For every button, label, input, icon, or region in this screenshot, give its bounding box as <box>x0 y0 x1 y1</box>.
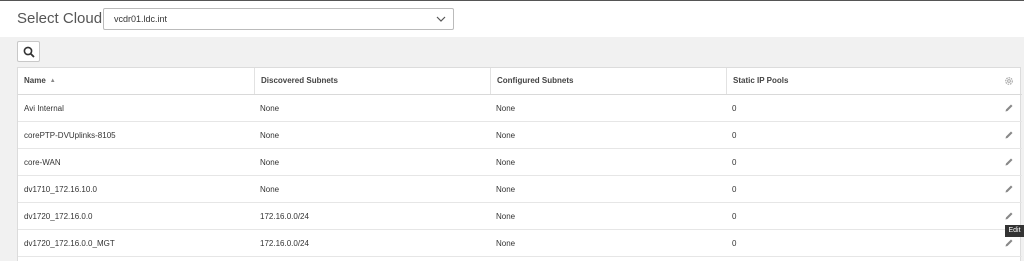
cell-configured-subnets: None <box>496 158 516 167</box>
pencil-icon[interactable] <box>1004 184 1014 194</box>
cloud-select-dropdown[interactable]: vcdr01.ldc.int <box>103 8 454 30</box>
table-header-row: Name ▲ Discovered Subnets Configured Subn… <box>18 68 1022 95</box>
cell-static-ip-pools: 0 <box>732 185 737 194</box>
cell-static-ip-pools: 0 <box>732 158 737 167</box>
search-icon <box>23 46 35 58</box>
cell-name: dv1720_172.16.0.0 <box>24 212 93 221</box>
pencil-icon[interactable] <box>1004 238 1014 248</box>
table-row[interactable]: dv1710_172.16.10.0 None None 0 <box>18 176 1022 203</box>
cell-configured-subnets: None <box>496 239 516 248</box>
cell-static-ip-pools: 0 <box>732 212 737 221</box>
cell-name: dv1720_172.16.0.0_MGT <box>24 239 115 248</box>
cell-discovered-subnets: None <box>260 185 280 194</box>
cloud-select-value: vcdr01.ldc.int <box>114 14 168 24</box>
pencil-icon[interactable] <box>1004 157 1014 167</box>
edit-tooltip: Edit <box>1005 225 1024 237</box>
search-button[interactable] <box>17 41 40 62</box>
table-row[interactable]: dv1720_172.16.0.0_MGT 172.16.0.0/24 None 0 <box>18 230 1022 257</box>
gear-icon[interactable] <box>1004 76 1014 86</box>
column-header-configured-subnets[interactable]: Configured Subnets <box>490 68 726 94</box>
pencil-icon[interactable] <box>1004 211 1014 221</box>
chevron-down-icon <box>436 16 446 22</box>
cell-discovered-subnets: 172.16.0.0/24 <box>260 239 309 248</box>
pencil-icon[interactable] <box>1004 103 1014 113</box>
cell-configured-subnets: None <box>496 104 516 113</box>
select-cloud-label: Select Cloud: <box>17 10 107 27</box>
networks-table: Name ▲ Discovered Subnets Configured Subn… <box>17 67 1022 261</box>
cell-discovered-subnets: 172.16.0.0/24 <box>260 212 309 221</box>
cell-static-ip-pools: 0 <box>732 104 737 113</box>
table-row[interactable]: corePTP-DVUplinks-8105 None None 0 <box>18 122 1022 149</box>
cell-discovered-subnets: None <box>260 131 280 140</box>
cell-discovered-subnets: None <box>260 158 280 167</box>
cell-name: dv1710_172.16.10.0 <box>24 185 97 194</box>
cell-configured-subnets: None <box>496 131 516 140</box>
cell-configured-subnets: None <box>496 185 516 194</box>
pencil-icon[interactable] <box>1004 130 1014 140</box>
cell-configured-subnets: None <box>496 212 516 221</box>
cell-discovered-subnets: None <box>260 104 280 113</box>
cell-name: corePTP-DVUplinks-8105 <box>24 131 116 140</box>
cell-static-ip-pools: 0 <box>732 131 737 140</box>
cloud-selector-bar: Select Cloud: vcdr01.ldc.int <box>0 1 1024 37</box>
sort-ascending-icon: ▲ <box>49 78 56 84</box>
cell-name: core-WAN <box>24 158 61 167</box>
column-header-static-ip-pools[interactable]: Static IP Pools <box>726 68 996 94</box>
column-header-discovered-subnets[interactable]: Discovered Subnets <box>254 68 490 94</box>
cell-static-ip-pools: 0 <box>732 239 737 248</box>
table-row[interactable]: core-WAN None None 0 <box>18 149 1022 176</box>
table-row[interactable]: Avi Internal None None 0 <box>18 95 1022 122</box>
cell-name: Avi Internal <box>24 104 64 113</box>
table-row[interactable]: dv1720_172.16.0.0 172.16.0.0/24 None 0 <box>18 203 1022 230</box>
column-header-name[interactable]: Name ▲ <box>18 68 254 94</box>
